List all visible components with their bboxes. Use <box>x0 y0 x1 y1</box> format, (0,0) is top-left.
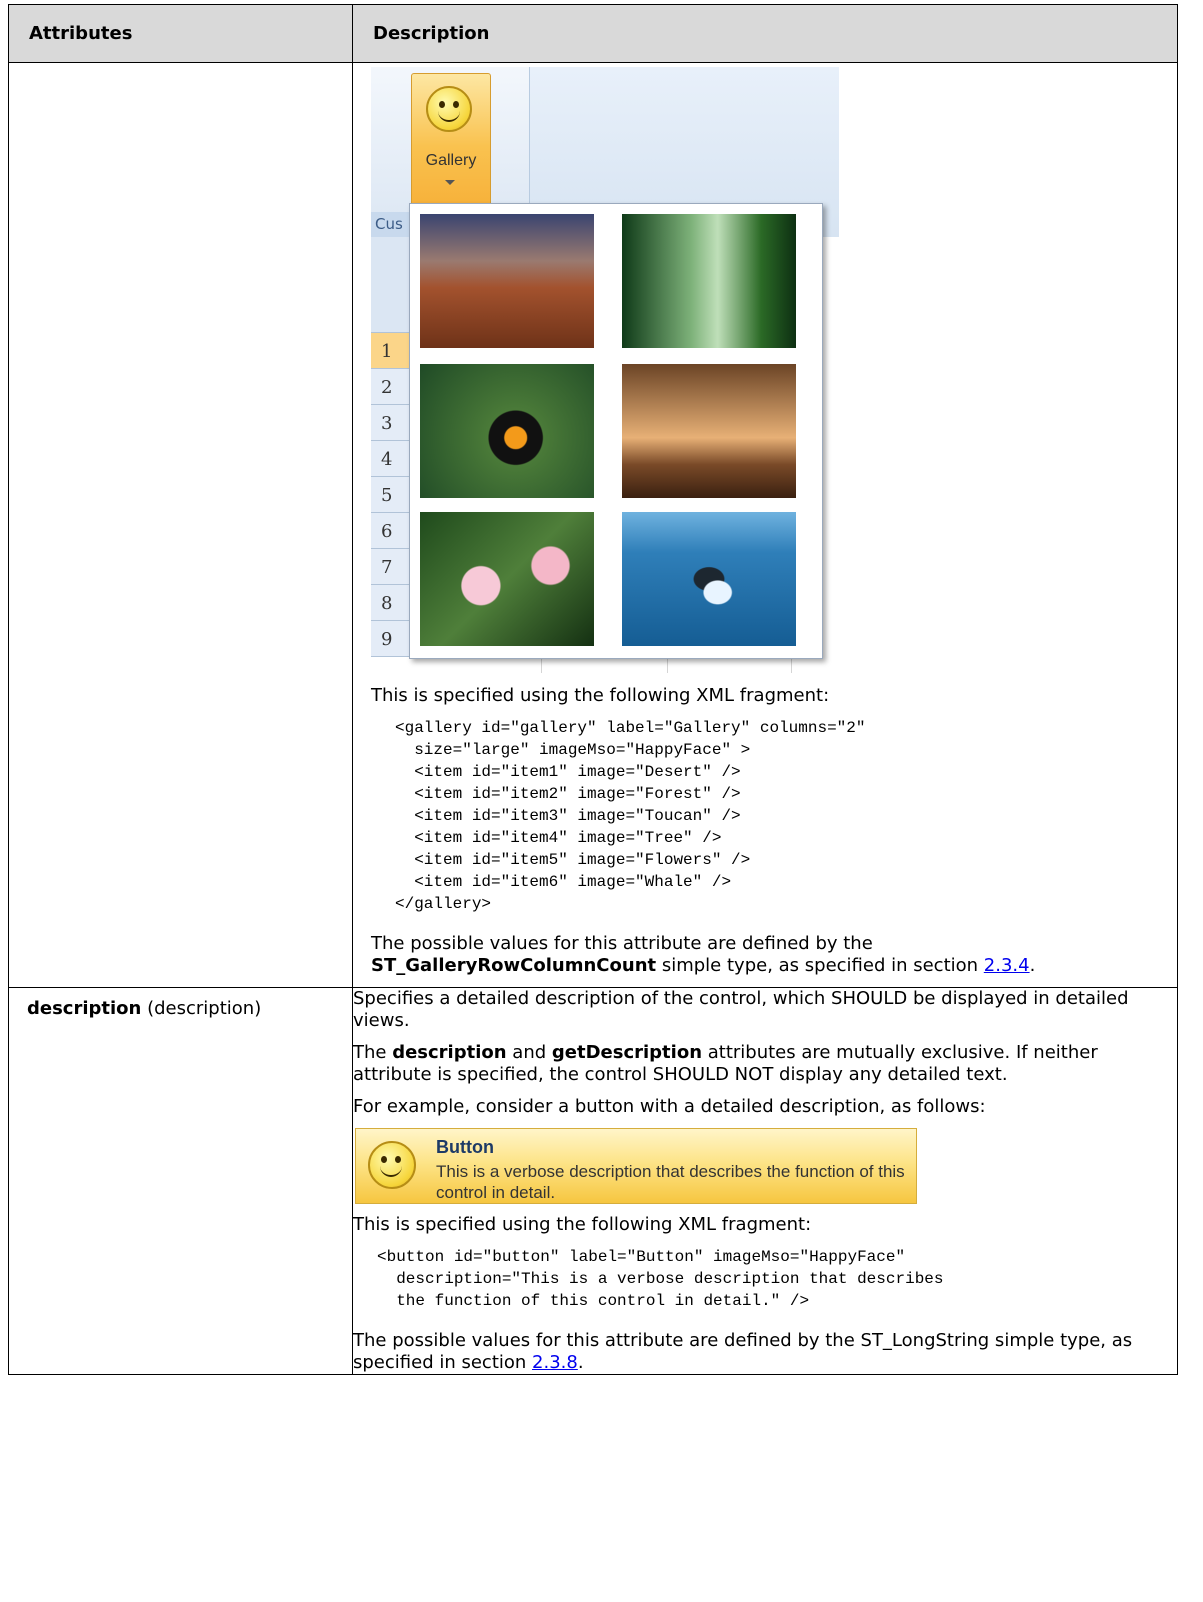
example-button-screenshot[interactable]: Button This is a verbose description tha… <box>355 1128 917 1204</box>
bold-term: description <box>392 1042 507 1063</box>
gallery-button[interactable]: Gallery <box>411 73 491 207</box>
attributes-table: Attributes Description Gallery Cus 1 2 3… <box>8 4 1178 1375</box>
section-link[interactable]: 2.3.4 <box>984 955 1030 976</box>
table-header-row: Attributes Description <box>8 4 1178 63</box>
xml-intro: This is specified using the following XM… <box>371 685 830 706</box>
text: The <box>353 1042 393 1063</box>
description-paragraph: Specifies a detailed description of the … <box>353 988 1129 1031</box>
gallery-dropdown <box>409 203 823 659</box>
bold-term: getDescription <box>551 1042 703 1063</box>
row-header[interactable]: 1 <box>371 333 411 369</box>
gallery-button-label: Gallery <box>425 152 477 169</box>
gallery-item-flowers[interactable] <box>420 512 594 646</box>
possible-values-text: The possible values for this attribute a… <box>353 1330 1177 1374</box>
attribute-name: description (description) <box>27 998 261 1019</box>
exclusive-paragraph: The description and getDescription attri… <box>353 1042 1177 1086</box>
text: and <box>506 1042 552 1063</box>
gallery-item-forest[interactable] <box>622 214 796 348</box>
xml-code-button: <button id="button" label="Button" image… <box>377 1248 944 1310</box>
gallery-item-toucan[interactable] <box>420 364 594 498</box>
example-paragraph: For example, consider a button with a de… <box>353 1096 986 1117</box>
attribute-cell-empty <box>8 62 353 988</box>
column-header-corner <box>371 237 411 333</box>
xml-intro: This is specified using the following XM… <box>353 1214 812 1235</box>
values-text: . <box>1029 955 1036 976</box>
example-button-title: Button <box>436 1137 494 1157</box>
row-header[interactable]: 4 <box>371 441 411 477</box>
xml-code-gallery: <gallery id="gallery" label="Gallery" co… <box>395 719 866 913</box>
values-text: . <box>577 1352 584 1373</box>
gallery-item-whale[interactable] <box>622 512 796 646</box>
example-button-description: This is a verbose description that descr… <box>436 1162 905 1202</box>
attribute-name-bold: description <box>27 998 142 1019</box>
header-attributes: Attributes <box>8 4 353 63</box>
happy-face-icon <box>426 86 472 132</box>
attribute-cell: description (description) <box>8 987 353 1375</box>
description-cell: Specifies a detailed description of the … <box>352 987 1178 1375</box>
row-header[interactable]: 8 <box>371 585 411 621</box>
table-row: description (description) Specifies a de… <box>8 987 1178 1375</box>
attribute-name-paren: (description) <box>141 998 262 1019</box>
row-header[interactable]: 3 <box>371 405 411 441</box>
row-header[interactable]: 2 <box>371 369 411 405</box>
values-text: The possible values for this attribute a… <box>353 1330 1133 1373</box>
header-description: Description <box>352 4 1178 63</box>
type-name: ST_GalleryRowColumnCount <box>371 955 657 976</box>
row-header[interactable]: 5 <box>371 477 411 513</box>
gallery-item-desert[interactable] <box>420 214 594 348</box>
row-header[interactable]: 6 <box>371 513 411 549</box>
gallery-screenshot: Gallery Cus 1 2 3 4 5 6 7 8 9 <box>371 67 839 673</box>
possible-values-text: The possible values for this attribute a… <box>371 933 1159 977</box>
description-cell: Gallery Cus 1 2 3 4 5 6 7 8 9 This is sp… <box>352 62 1178 988</box>
row-header[interactable]: 9 <box>371 621 411 657</box>
gallery-item-tree[interactable] <box>622 364 796 498</box>
values-text: simple type, as specified in section <box>656 955 984 976</box>
values-text: The possible values for this attribute a… <box>371 933 873 954</box>
chevron-down-icon <box>445 180 455 185</box>
row-header[interactable]: 7 <box>371 549 411 585</box>
happy-face-icon <box>368 1141 416 1189</box>
table-row: Gallery Cus 1 2 3 4 5 6 7 8 9 This is sp… <box>8 62 1178 988</box>
section-link[interactable]: 2.3.8 <box>532 1352 578 1373</box>
